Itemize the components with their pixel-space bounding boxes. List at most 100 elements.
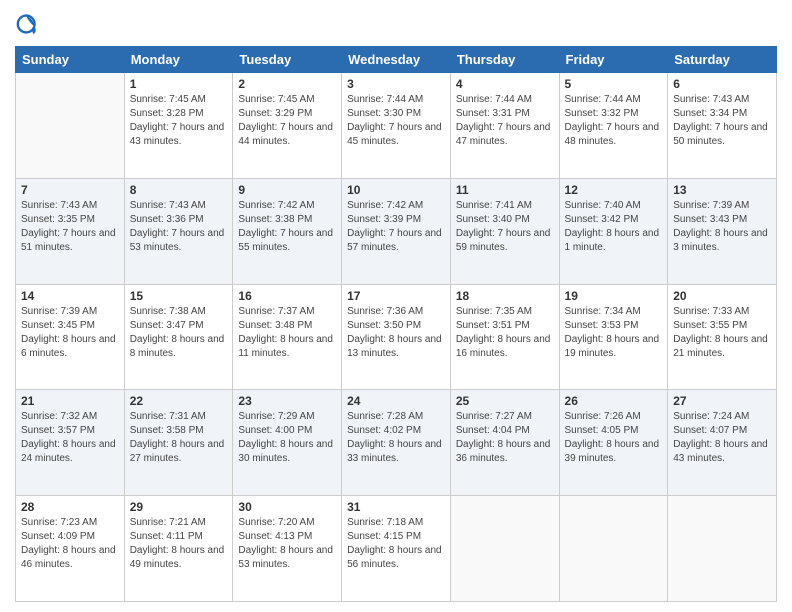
calendar-cell: 4Sunrise: 7:44 AMSunset: 3:31 PMDaylight… bbox=[450, 73, 559, 179]
cell-info: Sunrise: 7:18 AMSunset: 4:15 PMDaylight:… bbox=[347, 516, 445, 572]
calendar-cell: 26 Sunrise: 7:26 AMSunset: 4:05 PMDayligh… bbox=[559, 390, 668, 496]
calendar-cell bbox=[16, 73, 125, 179]
calendar-cell: 30Sunrise: 7:20 AMSunset: 4:13 PMDayligh… bbox=[233, 496, 342, 602]
calendar-weekday-saturday: Saturday bbox=[668, 47, 777, 73]
cell-info: Sunrise: 7:45 AMSunset: 3:28 PMDaylight:… bbox=[130, 93, 228, 149]
cell-info: Sunrise: 7:43 AMSunset: 3:34 PMDaylight:… bbox=[673, 93, 771, 149]
cell-info: Sunrise: 7:39 AMSunset: 3:43 PMDaylight:… bbox=[673, 199, 771, 255]
calendar-cell: 20 Sunrise: 7:33 AMSunset: 3:55 PMDayligh… bbox=[668, 284, 777, 390]
calendar-cell: 19 Sunrise: 7:34 AMSunset: 3:53 PMDayligh… bbox=[559, 284, 668, 390]
day-number: 31 bbox=[347, 500, 445, 514]
calendar-cell bbox=[559, 496, 668, 602]
calendar-week-row-3: 14Sunrise: 7:39 AMSunset: 3:45 PMDayligh… bbox=[16, 284, 777, 390]
calendar-cell: 7 Sunrise: 7:43 AMSunset: 3:35 PMDaylight… bbox=[16, 178, 125, 284]
calendar-cell: 27 Sunrise: 7:24 AMSunset: 4:07 PMDayligh… bbox=[668, 390, 777, 496]
day-number: 15 bbox=[130, 289, 228, 303]
day-number: 29 bbox=[130, 500, 228, 514]
day-number: 25 bbox=[456, 394, 554, 408]
cell-info: Sunrise: 7:23 AMSunset: 4:09 PMDaylight:… bbox=[21, 516, 119, 572]
calendar-cell: 10Sunrise: 7:42 AMSunset: 3:39 PMDayligh… bbox=[342, 178, 451, 284]
calendar-cell: 25 Sunrise: 7:27 AMSunset: 4:04 PMDayligh… bbox=[450, 390, 559, 496]
calendar-cell: 18 Sunrise: 7:35 AMSunset: 3:51 PMDayligh… bbox=[450, 284, 559, 390]
calendar-cell: 21Sunrise: 7:32 AMSunset: 3:57 PMDayligh… bbox=[16, 390, 125, 496]
cell-info: Sunrise: 7:34 AMSunset: 3:53 PMDaylight:… bbox=[565, 305, 663, 361]
cell-info: Sunrise: 7:35 AMSunset: 3:51 PMDaylight:… bbox=[456, 305, 554, 361]
calendar-cell: 8 Sunrise: 7:43 AMSunset: 3:36 PMDaylight… bbox=[124, 178, 233, 284]
calendar-cell: 14Sunrise: 7:39 AMSunset: 3:45 PMDayligh… bbox=[16, 284, 125, 390]
calendar-weekday-monday: Monday bbox=[124, 47, 233, 73]
cell-info: Sunrise: 7:38 AMSunset: 3:47 PMDaylight:… bbox=[130, 305, 228, 361]
day-number: 11 bbox=[456, 183, 554, 197]
calendar-cell: 31 Sunrise: 7:18 AMSunset: 4:15 PMDayligh… bbox=[342, 496, 451, 602]
cell-info: Sunrise: 7:26 AMSunset: 4:05 PMDaylight:… bbox=[565, 410, 663, 466]
calendar-cell: 13 Sunrise: 7:39 AMSunset: 3:43 PMDayligh… bbox=[668, 178, 777, 284]
header bbox=[15, 10, 777, 38]
calendar-cell: 5 Sunrise: 7:44 AMSunset: 3:32 PMDaylight… bbox=[559, 73, 668, 179]
cell-info: Sunrise: 7:27 AMSunset: 4:04 PMDaylight:… bbox=[456, 410, 554, 466]
day-number: 26 bbox=[565, 394, 663, 408]
calendar-weekday-tuesday: Tuesday bbox=[233, 47, 342, 73]
logo bbox=[15, 10, 47, 38]
day-number: 8 bbox=[130, 183, 228, 197]
calendar-weekday-thursday: Thursday bbox=[450, 47, 559, 73]
cell-info: Sunrise: 7:21 AMSunset: 4:11 PMDaylight:… bbox=[130, 516, 228, 572]
day-number: 7 bbox=[21, 183, 119, 197]
calendar-table: SundayMondayTuesdayWednesdayThursdayFrid… bbox=[15, 46, 777, 602]
cell-info: Sunrise: 7:40 AMSunset: 3:42 PMDaylight:… bbox=[565, 199, 663, 255]
day-number: 6 bbox=[673, 77, 771, 91]
logo-icon bbox=[15, 10, 43, 38]
day-number: 18 bbox=[456, 289, 554, 303]
calendar-cell: 3 Sunrise: 7:44 AMSunset: 3:30 PMDaylight… bbox=[342, 73, 451, 179]
cell-info: Sunrise: 7:29 AMSunset: 4:00 PMDaylight:… bbox=[238, 410, 336, 466]
calendar-cell: 29 Sunrise: 7:21 AMSunset: 4:11 PMDayligh… bbox=[124, 496, 233, 602]
cell-info: Sunrise: 7:31 AMSunset: 3:58 PMDaylight:… bbox=[130, 410, 228, 466]
day-number: 3 bbox=[347, 77, 445, 91]
day-number: 12 bbox=[565, 183, 663, 197]
calendar-cell: 17 Sunrise: 7:36 AMSunset: 3:50 PMDayligh… bbox=[342, 284, 451, 390]
calendar-cell: 11 Sunrise: 7:41 AMSunset: 3:40 PMDayligh… bbox=[450, 178, 559, 284]
day-number: 28 bbox=[21, 500, 119, 514]
cell-info: Sunrise: 7:42 AMSunset: 3:38 PMDaylight:… bbox=[238, 199, 336, 255]
calendar-cell bbox=[668, 496, 777, 602]
cell-info: Sunrise: 7:44 AMSunset: 3:32 PMDaylight:… bbox=[565, 93, 663, 149]
calendar-cell: 24Sunrise: 7:28 AMSunset: 4:02 PMDayligh… bbox=[342, 390, 451, 496]
cell-info: Sunrise: 7:43 AMSunset: 3:35 PMDaylight:… bbox=[21, 199, 119, 255]
calendar-header-row: SundayMondayTuesdayWednesdayThursdayFrid… bbox=[16, 47, 777, 73]
calendar-cell: 23 Sunrise: 7:29 AMSunset: 4:00 PMDayligh… bbox=[233, 390, 342, 496]
calendar-cell: 28 Sunrise: 7:23 AMSunset: 4:09 PMDayligh… bbox=[16, 496, 125, 602]
day-number: 1 bbox=[130, 77, 228, 91]
cell-info: Sunrise: 7:43 AMSunset: 3:36 PMDaylight:… bbox=[130, 199, 228, 255]
day-number: 19 bbox=[565, 289, 663, 303]
cell-info: Sunrise: 7:33 AMSunset: 3:55 PMDaylight:… bbox=[673, 305, 771, 361]
cell-info: Sunrise: 7:37 AMSunset: 3:48 PMDaylight:… bbox=[238, 305, 336, 361]
calendar-weekday-wednesday: Wednesday bbox=[342, 47, 451, 73]
day-number: 13 bbox=[673, 183, 771, 197]
cell-info: Sunrise: 7:36 AMSunset: 3:50 PMDaylight:… bbox=[347, 305, 445, 361]
page: SundayMondayTuesdayWednesdayThursdayFrid… bbox=[0, 0, 792, 612]
day-number: 9 bbox=[238, 183, 336, 197]
calendar-cell: 9 Sunrise: 7:42 AMSunset: 3:38 PMDaylight… bbox=[233, 178, 342, 284]
cell-info: Sunrise: 7:20 AMSunset: 4:13 PMDaylight:… bbox=[238, 516, 336, 572]
calendar-cell: 6 Sunrise: 7:43 AMSunset: 3:34 PMDaylight… bbox=[668, 73, 777, 179]
day-number: 20 bbox=[673, 289, 771, 303]
day-number: 2 bbox=[238, 77, 336, 91]
day-number: 10 bbox=[347, 183, 445, 197]
calendar-cell: 12 Sunrise: 7:40 AMSunset: 3:42 PMDayligh… bbox=[559, 178, 668, 284]
calendar-weekday-sunday: Sunday bbox=[16, 47, 125, 73]
day-number: 27 bbox=[673, 394, 771, 408]
calendar-weekday-friday: Friday bbox=[559, 47, 668, 73]
cell-info: Sunrise: 7:44 AMSunset: 3:30 PMDaylight:… bbox=[347, 93, 445, 149]
day-number: 14 bbox=[21, 289, 119, 303]
day-number: 17 bbox=[347, 289, 445, 303]
cell-info: Sunrise: 7:32 AMSunset: 3:57 PMDaylight:… bbox=[21, 410, 119, 466]
cell-info: Sunrise: 7:41 AMSunset: 3:40 PMDaylight:… bbox=[456, 199, 554, 255]
calendar-cell: 1 Sunrise: 7:45 AMSunset: 3:28 PMDaylight… bbox=[124, 73, 233, 179]
cell-info: Sunrise: 7:24 AMSunset: 4:07 PMDaylight:… bbox=[673, 410, 771, 466]
cell-info: Sunrise: 7:28 AMSunset: 4:02 PMDaylight:… bbox=[347, 410, 445, 466]
day-number: 5 bbox=[565, 77, 663, 91]
day-number: 23 bbox=[238, 394, 336, 408]
calendar-cell: 22Sunrise: 7:31 AMSunset: 3:58 PMDayligh… bbox=[124, 390, 233, 496]
calendar-week-row-5: 28 Sunrise: 7:23 AMSunset: 4:09 PMDayligh… bbox=[16, 496, 777, 602]
calendar-cell: 16Sunrise: 7:37 AMSunset: 3:48 PMDayligh… bbox=[233, 284, 342, 390]
cell-info: Sunrise: 7:44 AMSunset: 3:31 PMDaylight:… bbox=[456, 93, 554, 149]
